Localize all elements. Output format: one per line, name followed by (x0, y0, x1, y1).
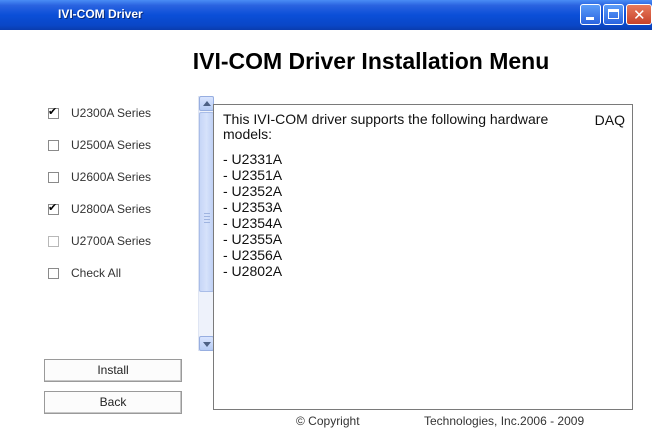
back-button[interactable]: Back (44, 391, 182, 414)
model-list: - U2331A - U2351A - U2352A - U2353A - U2… (223, 151, 282, 279)
checkbox-label: U2500A Series (71, 138, 152, 152)
checkbox-label: Check All (71, 266, 122, 280)
checkbox-label: U2600A Series (71, 170, 152, 184)
list-item: - U2356A (223, 247, 283, 263)
checkbox-box[interactable] (48, 171, 59, 183)
maximize-button[interactable] (603, 4, 624, 25)
checkbox-u2500a-series[interactable]: U2500A Series (48, 136, 151, 154)
company-text: Technologies, Inc.2006 - 2009 (424, 414, 585, 428)
checkbox-label: U2700A Series (71, 234, 152, 248)
page-title: IVI-COM Driver Installation Menu (192, 48, 550, 74)
checkbox-check-all[interactable]: Check All (48, 264, 121, 282)
checkbox-label: U2800A Series (71, 202, 152, 216)
close-button[interactable]: ✕ (626, 4, 652, 25)
list-item: - U2351A (223, 167, 283, 183)
description-textbox[interactable]: This IVI-COM driver supports the followi… (213, 104, 633, 410)
scroll-up-arrow-icon[interactable] (199, 96, 214, 111)
checkbox-u2700a-series[interactable]: U2700A Series (48, 232, 151, 250)
install-button[interactable]: Install (44, 359, 182, 382)
checkbox-u2600a-series[interactable]: U2600A Series (48, 168, 151, 186)
scroll-down-arrow-icon[interactable] (199, 336, 214, 351)
list-item: - U2802A (223, 263, 283, 279)
close-icon: ✕ (633, 6, 646, 24)
list-item: - U2355A (223, 231, 283, 247)
checkbox-u2300a-series[interactable]: U2300A Series (48, 104, 151, 122)
description-tag: DAQ (594, 112, 625, 128)
list-item: - U2353A (223, 199, 283, 215)
scroll-thumb[interactable] (199, 112, 214, 292)
checkbox-box[interactable] (48, 105, 59, 119)
list-item: - U2352A (223, 183, 283, 199)
list-item: - U2331A (223, 151, 283, 167)
window-title: IVI-COM Driver (58, 7, 143, 21)
list-item: - U2354A (223, 215, 283, 231)
minimize-button[interactable] (580, 4, 601, 25)
checkbox-label: U2300A Series (71, 106, 152, 120)
checkbox-box[interactable] (48, 235, 59, 247)
checkbox-u2800a-series[interactable]: U2800A Series (48, 200, 151, 218)
description-text: This IVI-COM driver supports the followi… (223, 111, 549, 142)
checkbox-box[interactable] (48, 267, 59, 279)
title-bar: IVI-COM Driver ✕ (0, 0, 652, 30)
grip-icon (204, 213, 210, 225)
checkbox-box[interactable] (48, 201, 59, 215)
checkbox-box[interactable] (48, 139, 59, 151)
copyright-text: © Copyright (296, 414, 360, 428)
vertical-scrollbar[interactable] (198, 96, 214, 351)
